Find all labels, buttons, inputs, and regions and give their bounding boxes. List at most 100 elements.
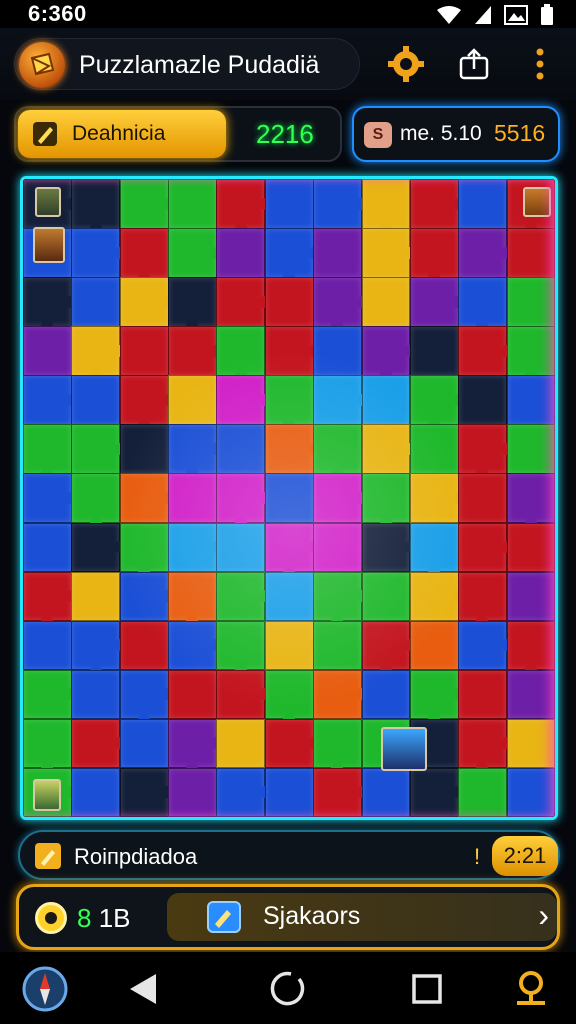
puzzle-piece[interactable] [361,571,411,622]
puzzle-piece[interactable] [313,571,363,622]
puzzle-piece[interactable] [216,277,266,327]
puzzle-piece[interactable] [361,277,411,327]
level-pill[interactable]: Deahnicia [18,110,226,158]
puzzle-piece[interactable] [71,571,121,622]
puzzle-piece[interactable] [23,620,72,671]
puzzle-piece[interactable] [458,228,508,278]
puzzle-piece[interactable] [119,522,169,573]
puzzle-piece[interactable] [506,375,555,425]
puzzle-piece[interactable] [264,179,314,229]
puzzle-piece[interactable] [361,669,411,720]
puzzle-piece[interactable] [506,522,555,573]
puzzle-piece[interactable] [168,179,217,229]
puzzle-piece[interactable] [409,522,459,573]
puzzle-piece[interactable] [216,571,266,622]
puzzle-piece[interactable] [458,767,508,817]
puzzle-piece[interactable] [409,620,459,671]
puzzle-piece[interactable] [216,228,266,278]
puzzle-piece[interactable] [71,522,121,573]
puzzle-piece[interactable] [71,718,121,769]
puzzle-piece[interactable] [168,669,217,720]
puzzle-piece[interactable] [216,473,266,524]
recents-button[interactable] [402,964,452,1014]
settings-button[interactable] [384,42,428,86]
puzzle-piece[interactable] [168,473,217,524]
puzzle-piece[interactable] [313,718,363,769]
puzzle-piece[interactable] [506,767,555,817]
app-logo-icon[interactable] [19,42,65,88]
puzzle-piece[interactable] [168,375,217,425]
puzzle-piece[interactable] [313,179,363,229]
puzzle-piece[interactable] [313,228,363,278]
puzzle-piece[interactable] [71,767,121,817]
puzzle-piece[interactable] [458,571,508,622]
puzzle-piece[interactable] [361,767,411,817]
puzzle-piece[interactable] [506,424,555,474]
hint-count[interactable]: 2:21 [492,836,558,876]
puzzle-piece[interactable] [216,522,266,573]
puzzle-piece[interactable] [23,718,72,769]
puzzle-piece[interactable] [264,767,314,817]
puzzle-piece[interactable] [458,326,508,376]
puzzle-piece[interactable] [119,326,169,376]
puzzle-piece[interactable] [313,767,363,817]
puzzle-piece[interactable] [119,424,169,474]
shuffle-action-button[interactable]: Sjakaors › [167,893,557,941]
compass-button[interactable] [20,964,70,1014]
profile-button[interactable] [506,964,556,1014]
puzzle-piece[interactable] [458,179,508,229]
puzzle-piece[interactable] [23,326,72,376]
reference-thumbnail[interactable] [35,187,61,217]
puzzle-piece[interactable] [458,522,508,573]
puzzle-piece[interactable] [216,375,266,425]
puzzle-piece[interactable] [71,473,121,524]
puzzle-piece[interactable] [361,375,411,425]
puzzle-piece[interactable] [458,375,508,425]
puzzle-piece[interactable] [458,473,508,524]
hint-bar[interactable]: Roiпрdiadoa ! 2:21 [18,830,560,880]
home-button[interactable] [262,964,312,1014]
puzzle-piece[interactable] [313,473,363,524]
puzzle-piece[interactable] [506,228,555,278]
puzzle-piece[interactable] [168,571,217,622]
puzzle-piece[interactable] [216,669,266,720]
puzzle-piece[interactable] [409,424,459,474]
puzzle-piece[interactable] [168,767,217,817]
puzzle-piece[interactable] [313,620,363,671]
character-thumbnail[interactable] [381,727,427,771]
puzzle-piece[interactable] [71,277,121,327]
reference-thumbnail[interactable] [33,779,61,811]
puzzle-piece[interactable] [23,522,72,573]
puzzle-piece[interactable] [119,620,169,671]
puzzle-piece[interactable] [313,669,363,720]
more-button[interactable] [518,42,562,86]
puzzle-piece[interactable] [506,277,555,327]
puzzle-piece[interactable] [506,473,555,524]
puzzle-piece[interactable] [361,473,411,524]
puzzle-piece[interactable] [264,571,314,622]
puzzle-piece[interactable] [264,473,314,524]
puzzle-board[interactable] [20,176,558,820]
share-button[interactable] [452,42,496,86]
reference-thumbnail[interactable] [33,227,65,263]
puzzle-piece[interactable] [119,718,169,769]
reference-thumbnail[interactable] [523,187,551,217]
puzzle-piece[interactable] [216,424,266,474]
puzzle-piece[interactable] [216,718,266,769]
puzzle-piece[interactable] [216,767,266,817]
puzzle-piece[interactable] [313,375,363,425]
puzzle-grid[interactable] [23,179,555,817]
puzzle-piece[interactable] [458,669,508,720]
puzzle-piece[interactable] [71,620,121,671]
puzzle-piece[interactable] [216,620,266,671]
back-button[interactable] [118,964,168,1014]
puzzle-piece[interactable] [71,228,121,278]
puzzle-piece[interactable] [264,277,314,327]
puzzle-piece[interactable] [506,669,555,720]
puzzle-piece[interactable] [506,571,555,622]
puzzle-piece[interactable] [506,718,555,769]
puzzle-piece[interactable] [458,620,508,671]
puzzle-piece[interactable] [506,620,555,671]
puzzle-piece[interactable] [409,326,459,376]
puzzle-piece[interactable] [313,522,363,573]
